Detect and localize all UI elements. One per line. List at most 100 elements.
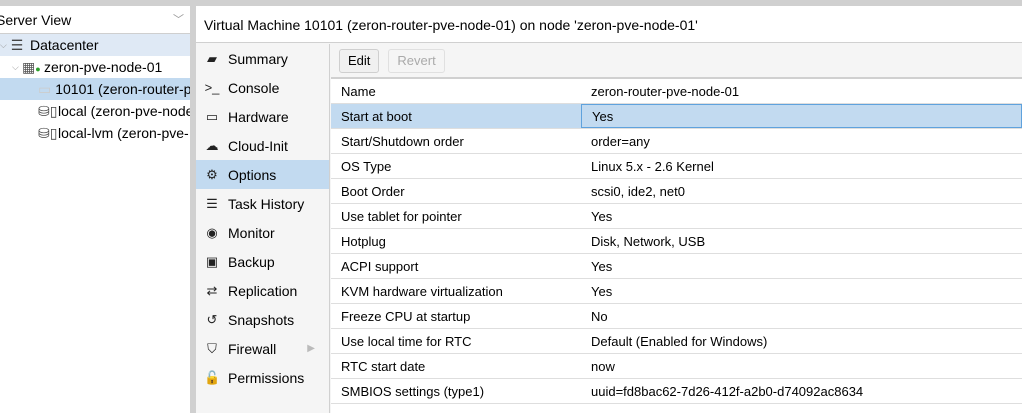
retweet-icon: ⇄ (206, 282, 218, 298)
nav-item-permissions[interactable]: 🔓 Permissions (196, 363, 329, 392)
table-row[interactable]: Use local time for RTC Default (Enabled f… (331, 329, 1022, 354)
nav-item-label: Monitor (228, 224, 275, 241)
table-row[interactable]: KVM hardware virtualization Yes (331, 279, 1022, 304)
nav-item-label: Console (228, 79, 280, 96)
nav-item-snapshots[interactable]: ↺ Snapshots (196, 305, 329, 334)
option-value: Yes (581, 104, 1022, 128)
option-key: Start/Shutdown order (341, 133, 464, 149)
list-icon: ☰ (206, 195, 218, 211)
node-online-icon: ▦● (22, 58, 41, 75)
storage-icon: ⛁▯ (38, 124, 58, 141)
nav-item-backup[interactable]: ▣ Backup (196, 247, 329, 276)
toolbar: Edit Revert (331, 44, 1022, 78)
vm-monitor-icon: ▭ (38, 80, 52, 97)
nav-item-label: Summary (228, 50, 288, 67)
options-grid: Name zeron-router-pve-node-01 Start at boo… (331, 78, 1022, 404)
tree-item-label: Datacenter (30, 37, 99, 53)
edit-button[interactable]: Edit (339, 48, 380, 73)
option-key: Boot Order (341, 183, 405, 199)
chevron-down-icon[interactable]: ﹀ (173, 11, 184, 27)
nav-item-label: Replication (228, 282, 298, 299)
tree-item-datacenter[interactable]: ⌵ ☰ Datacenter (0, 34, 190, 56)
monitor-icon: ▭ (205, 108, 219, 124)
option-value: uuid=fd8bac62-7d26-412f-a2b0-d74092ac863… (591, 383, 864, 399)
option-key: KVM hardware virtualization (341, 283, 503, 299)
tree-item-label: 10101 (zeron-router-p (55, 81, 190, 97)
nav-item-label: Backup (228, 253, 275, 270)
option-key: SMBIOS settings (type1) (341, 383, 485, 399)
option-value: Yes (591, 258, 613, 274)
tree-item-vm[interactable]: ▭ 10101 (zeron-router-p (0, 78, 190, 100)
table-row[interactable]: Freeze CPU at startup No (331, 304, 1022, 329)
nav-item-cloud-init[interactable]: ☁ Cloud-Init (196, 131, 329, 160)
nav-item-label: Hardware (228, 108, 289, 125)
nav-item-monitor[interactable]: ◉ Monitor (196, 218, 329, 247)
nav-item-options[interactable]: ⚙ Options (196, 160, 329, 189)
nav-item-console[interactable]: >_ Console (196, 73, 329, 102)
tree-item-label: zeron-pve-node-01 (44, 59, 163, 75)
tree-item-storage-local-lvm[interactable]: ⛁▯ local-lvm (zeron-pve- (0, 122, 190, 144)
nav-item-label: Firewall (228, 340, 277, 357)
terminal-icon: >_ (204, 80, 220, 95)
shield-icon: ⛉ (207, 340, 217, 356)
table-row[interactable]: SMBIOS settings (type1) uuid=fd8bac62-7d2… (331, 379, 1022, 404)
chevron-right-icon: ▶ (307, 343, 315, 354)
table-row[interactable]: Hotplug Disk, Network, USB (331, 229, 1022, 254)
resource-tree: ⌵ ☰ Datacenter ⌵ ▦● zeron-pve-node-01 ▭ 10101… (0, 34, 190, 144)
table-row[interactable]: Start/Shutdown order order=any (331, 129, 1022, 154)
storage-icon: ⛁▯ (38, 102, 58, 119)
option-key: Start at boot (341, 108, 412, 124)
table-row[interactable]: Name zeron-router-pve-node-01 (331, 79, 1022, 104)
nav-item-summary[interactable]: ▰ Summary (196, 44, 329, 73)
option-value: scsi0, ide2, net0 (591, 183, 685, 199)
nav-item-hardware[interactable]: ▭ Hardware (196, 102, 329, 131)
gear-icon: ⚙ (206, 166, 218, 182)
option-key: Name (341, 83, 376, 99)
option-value: Linux 5.x - 2.6 Kernel (591, 158, 714, 174)
table-row[interactable]: Start at boot Yes (331, 104, 1022, 129)
tree-item-label: local (zeron-pve-node (58, 103, 190, 119)
nav-item-label: Snapshots (228, 311, 295, 328)
option-key: Use tablet for pointer (341, 208, 462, 224)
tree-item-storage-local[interactable]: ⛁▯ local (zeron-pve-node (0, 100, 190, 122)
revert-button[interactable]: Revert (388, 48, 445, 73)
vm-nav: ▰ Summary >_ Console ▭ Hardware ☁ Cloud-Init ⚙ Op… (196, 44, 330, 413)
nav-item-label: Permissions (228, 369, 305, 386)
history-icon: ↺ (206, 311, 218, 327)
table-row[interactable]: OS Type Linux 5.x - 2.6 Kernel (331, 154, 1022, 179)
resource-tree-panel: Server View ﹀ ⌵ ☰ Datacenter ⌵ ▦● zeron-pve-n… (0, 6, 190, 413)
nav-item-label: Cloud-Init (228, 137, 288, 154)
option-key: RTC start date (341, 358, 426, 374)
option-value: now (591, 358, 615, 374)
nav-item-label: Task History (228, 195, 305, 212)
view-selector[interactable]: Server View ﹀ (0, 6, 190, 34)
table-row[interactable]: RTC start date now (331, 354, 1022, 379)
nav-item-firewall[interactable]: ⛉ Firewall ▶ (196, 334, 329, 363)
option-key: OS Type (341, 158, 392, 174)
table-row[interactable]: Boot Order scsi0, ide2, net0 (331, 179, 1022, 204)
options-panel: Edit Revert Name zeron-router-pve-node-01… (331, 44, 1022, 413)
nav-item-task-history[interactable]: ☰ Task History (196, 189, 329, 218)
table-row[interactable]: ACPI support Yes (331, 254, 1022, 279)
option-key: Freeze CPU at startup (341, 308, 471, 324)
tree-item-node[interactable]: ⌵ ▦● zeron-pve-node-01 (0, 56, 190, 78)
book-icon: ▰ (207, 50, 217, 66)
page-title: Virtual Machine 10101 (zeron-router-pve-… (196, 6, 1022, 43)
view-selector-value: Server View (0, 11, 72, 28)
option-value: order=any (591, 133, 650, 149)
nav-item-label: Options (228, 166, 277, 183)
option-value: No (591, 308, 608, 324)
option-value: Default (Enabled for Windows) (591, 333, 768, 349)
option-value: Disk, Network, USB (591, 233, 706, 249)
option-value: Yes (591, 208, 613, 224)
option-key: Hotplug (341, 233, 386, 249)
cloud-icon: ☁ (205, 137, 219, 153)
nav-item-replication[interactable]: ⇄ Replication (196, 276, 329, 305)
floppy-icon: ▣ (205, 253, 219, 269)
server-rack-icon: ☰ (10, 36, 24, 53)
option-key: Use local time for RTC (341, 333, 472, 349)
unlock-icon: 🔓 (204, 369, 221, 385)
option-key: ACPI support (341, 258, 419, 274)
table-row[interactable]: Use tablet for pointer Yes (331, 204, 1022, 229)
option-value: Yes (591, 283, 613, 299)
